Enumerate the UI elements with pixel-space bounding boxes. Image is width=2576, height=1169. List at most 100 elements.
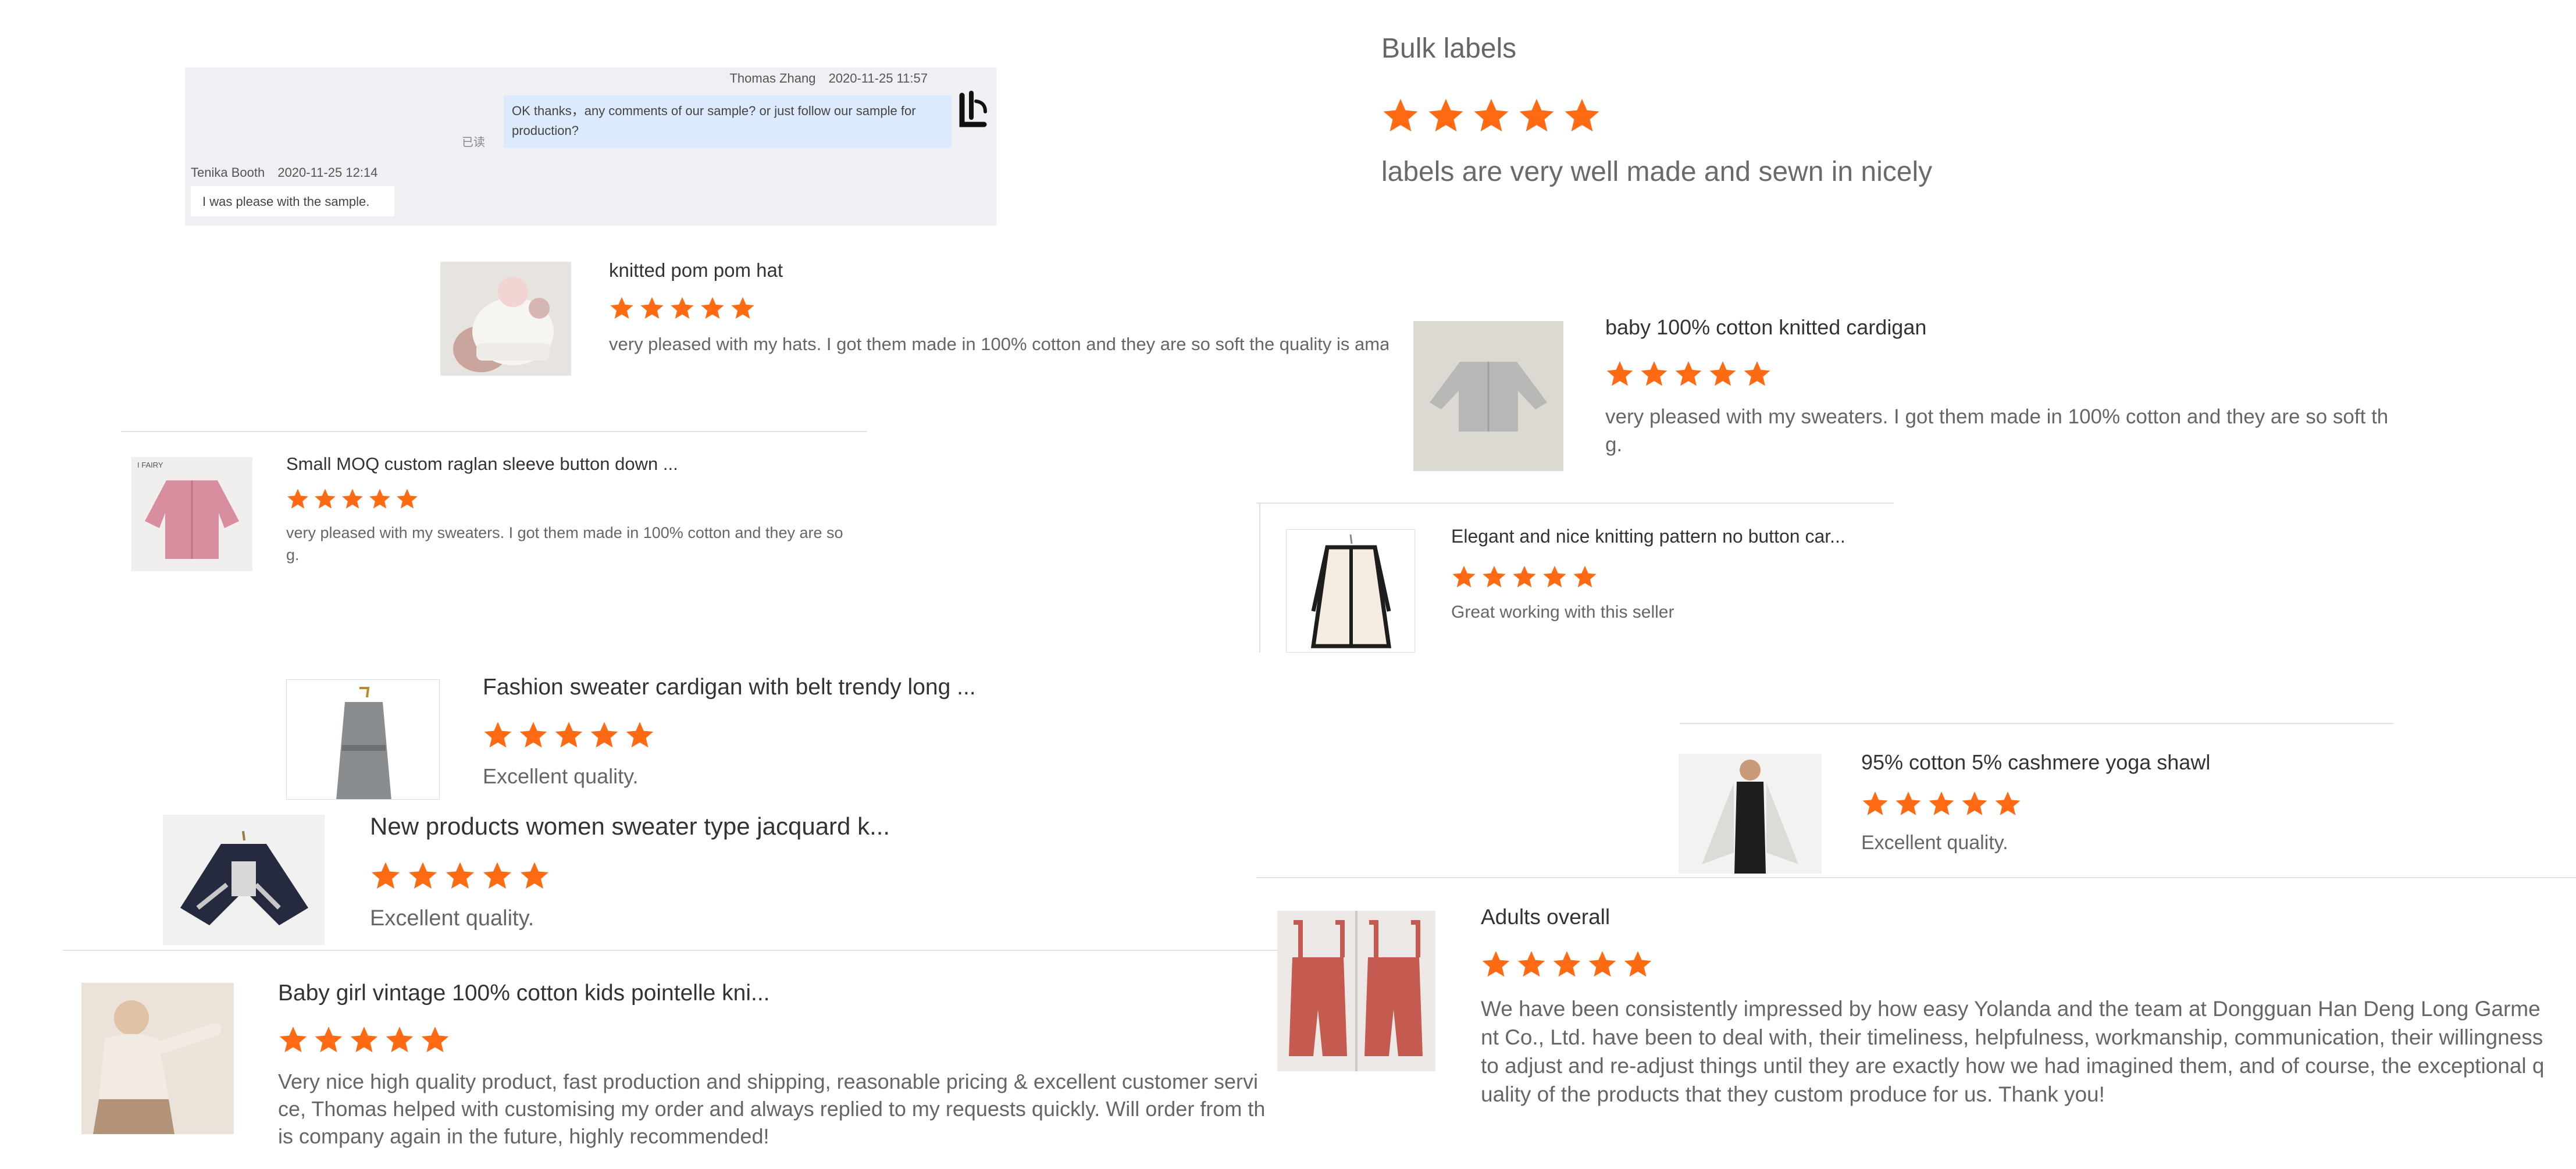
review-card: Baby girl vintage 100% cotton kids point… [81,971,1268,1157]
star-icon [1894,790,1922,818]
review-card: Fashion sweater cardigan with belt trend… [286,675,1100,800]
star-icon [396,487,419,511]
product-thumbnail-pom-hat[interactable] [440,262,571,376]
star-icon [368,487,391,511]
star-icon [1861,790,1889,818]
product-thumbnail-raglan[interactable]: I FAIRY [131,457,252,571]
product-thumbnail-elegant-cardigan[interactable] [1286,529,1415,653]
review-text: very pleased with my sweaters. I got the… [1605,405,2389,428]
star-rating [609,295,760,324]
star-rating [1861,790,2027,821]
star-icon [1552,949,1582,979]
product-title[interactable]: Small MOQ custom raglan sleeve button do… [286,454,678,475]
chat-snippet: Thomas Zhang 2020-11-25 11:57 OK thanks，… [185,67,996,226]
divider [63,950,1284,951]
star-rating [1481,949,1658,982]
review-card: New products women sweater type jacquard… [163,806,977,945]
product-title[interactable]: Fashion sweater cardigan with belt trend… [483,675,976,700]
seller-message-bubble: OK thanks，any comments of our sample? or… [504,95,952,148]
star-icon [1517,97,1556,135]
seller-message-text: OK thanks，any comments of our sample? or… [512,104,916,138]
star-icon [482,860,513,892]
star-icon [444,860,476,892]
star-icon [519,860,550,892]
star-icon [313,487,337,511]
star-icon [518,720,548,750]
product-thumbnail-pointelle[interactable] [81,983,234,1134]
review-text: very pleased with my sweaters. I got the… [286,524,843,541]
review-card: Elegant and nice knitting pattern no but… [1259,504,1899,653]
buyer-name: Tenika Booth [191,165,265,180]
star-icon [554,720,584,750]
star-icon [1481,564,1507,590]
review-card: Bulk labels labels are very well made an… [1381,0,2079,192]
star-rating [278,1025,455,1058]
star-icon [1623,949,1653,979]
product-thumbnail-adults-overall[interactable] [1277,911,1435,1071]
product-title[interactable]: Bulk labels [1381,33,1516,65]
product-thumbnail-baby-cardigan[interactable] [1413,321,1563,471]
review-text: Excellent quality. [483,764,639,788]
divider [1256,877,2576,878]
star-icon [349,1025,379,1055]
star-rating [1605,359,1777,391]
buyer-message-text: I was please with the sample. [202,194,370,209]
product-title[interactable]: 95% cotton 5% cashmere yoga shawl [1861,750,2210,775]
product-thumbnail-belt-cardigan[interactable] [286,679,440,800]
seller-time: 2020-11-25 11:57 [828,71,928,85]
seller-header: Thomas Zhang 2020-11-25 11:57 [729,71,928,86]
star-icon [420,1025,450,1055]
star-icon [1472,97,1510,135]
star-icon [1605,359,1634,389]
product-thumbnail-yoga-shawl[interactable] [1679,754,1822,874]
star-icon [370,860,401,892]
review-text-continued: g. [1605,433,1623,456]
product-thumbnail-jacquard[interactable] [163,815,325,945]
review-card: baby 100% cotton knitted cardigan very p… [1413,308,2402,477]
star-icon [1542,564,1567,590]
product-title[interactable]: knitted pom pom hat [609,259,783,281]
star-icon [1961,790,1989,818]
star-icon [609,295,635,321]
review-text: Very nice high quality product, fast pro… [278,1070,1266,1148]
star-icon [730,295,756,321]
review-text: Excellent quality. [370,906,535,931]
product-title[interactable]: New products women sweater type jacquard… [370,812,890,840]
star-rating [1451,564,1602,593]
star-rating [370,860,556,894]
divider [1680,723,2394,724]
company-logo-avatar [950,90,995,134]
star-icon [384,1025,415,1055]
product-title[interactable]: Elegant and nice knitting pattern no but… [1451,526,1845,547]
star-icon [278,1025,308,1055]
review-text: We have been consistently impressed by h… [1481,997,2545,1106]
star-icon [341,487,364,511]
star-icon [589,720,619,750]
buyer-message-bubble: I was please with the sample. [191,186,394,216]
star-icon [1743,359,1772,389]
star-rating [483,720,660,753]
review-text: Great working with this seller [1451,603,1674,622]
star-icon [1381,97,1420,135]
product-title[interactable]: Adults overall [1481,905,1610,929]
buyer-time: 2020-11-25 12:14 [277,165,378,180]
product-title[interactable]: baby 100% cotton knitted cardigan [1605,315,1926,340]
product-title[interactable]: Baby girl vintage 100% cotton kids point… [278,981,770,1006]
review-text-continued: g. [286,546,300,564]
star-icon [669,295,695,321]
review-card: knitted pom pom hat very pleased with my… [440,256,1388,378]
star-icon [625,720,655,750]
star-icon [1572,564,1598,590]
star-icon [1587,949,1617,979]
star-icon [1563,97,1601,135]
star-icon [1516,949,1547,979]
star-icon [1927,790,1955,818]
star-icon [1427,97,1465,135]
star-icon [407,860,439,892]
review-text: Excellent quality. [1861,832,2008,854]
star-icon [313,1025,344,1055]
star-icon [1640,359,1669,389]
thumb-brand-label: I FAIRY [137,461,163,469]
star-icon [1451,564,1477,590]
read-status: 已读 [462,136,485,149]
